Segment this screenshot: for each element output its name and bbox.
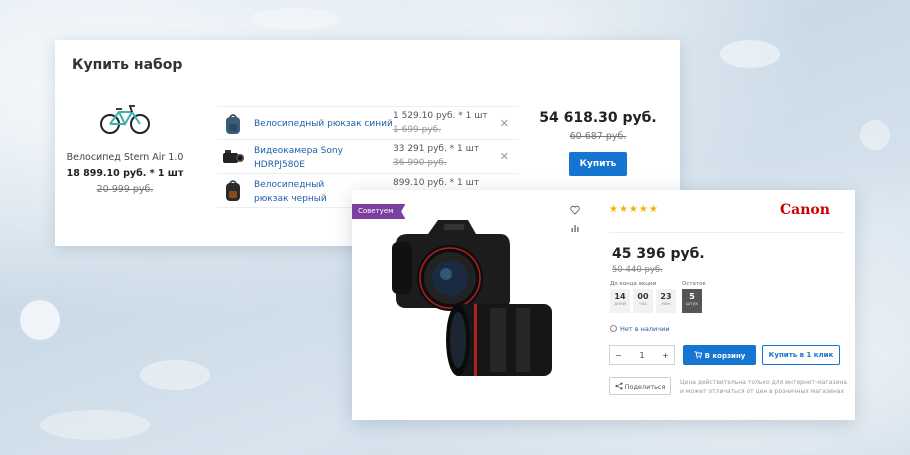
list-item: Видеокамера Sony HDRPJ580E 33 291 руб. *… (217, 140, 519, 174)
stock-value: 5 (689, 292, 695, 301)
timer-label: До конца акции (610, 281, 657, 287)
brand-logo: Canon (780, 202, 830, 218)
list-item: Велосипедный рюкзак синий 1 529.10 руб. … (217, 106, 519, 140)
qty-value[interactable]: 1 (639, 351, 644, 360)
backpack-icon[interactable] (221, 179, 245, 203)
snowflake (860, 120, 890, 150)
timer-minutes: 23 мин (656, 289, 676, 313)
timer-days-unit: дней (614, 302, 626, 307)
main-product-old-price: 20 999 руб. (96, 184, 154, 195)
bicycle-icon[interactable] (99, 102, 151, 136)
timer-days-value: 14 (614, 292, 626, 301)
share-button[interactable]: Поделиться (609, 377, 671, 395)
remove-item-icon[interactable]: ✕ (500, 150, 509, 163)
product-old-price: 50 440 руб. (612, 265, 663, 275)
timer-days: 14 дней (610, 289, 630, 313)
availability-status[interactable]: Нет в наличии (610, 325, 670, 333)
product-card: Советуем ★★★★★ Canon 45 396 руб. 50 440 … (352, 190, 855, 420)
buy-one-click-button[interactable]: Купить в 1 клик (762, 345, 840, 365)
buy-bundle-button[interactable]: Купить (569, 152, 627, 176)
compare-icon[interactable] (570, 223, 580, 233)
video-camera-icon[interactable] (221, 145, 245, 169)
timer-hours-value: 00 (637, 292, 649, 301)
quantity-stepper: − 1 + (609, 345, 675, 365)
divider (609, 232, 843, 233)
item-price: 899.10 руб. * 1 шт (393, 178, 480, 188)
timer-hours: 00 час (633, 289, 653, 313)
main-product-name[interactable]: Велосипед Stern Air 1.0 (65, 152, 185, 163)
snowflake (250, 8, 340, 30)
item-name-link[interactable]: Видеокамера Sony HDRPJ580E (254, 144, 354, 172)
remove-item-icon[interactable]: ✕ (500, 117, 509, 130)
bundle-total-old-price: 60 687 руб. (569, 131, 627, 142)
item-old-price: 36 990 руб. (393, 158, 447, 168)
lens-image[interactable] (444, 298, 556, 382)
stock-label: Остаток (682, 281, 706, 287)
snowflake (140, 360, 210, 390)
item-name-link[interactable]: Велосипедный рюкзак черный (254, 178, 354, 206)
rating-stars: ★★★★★ (609, 204, 659, 215)
bundle-total-price: 54 618.30 руб. (539, 110, 657, 126)
snowflake (20, 300, 60, 340)
add-to-cart-label: В корзину (704, 351, 746, 360)
snowflake (40, 410, 150, 440)
main-product-price: 18 899.10 руб. * 1 шт (66, 168, 184, 179)
item-price: 33 291 руб. * 1 шт (393, 144, 480, 154)
stock-count: 5 штук (682, 289, 702, 313)
cart-icon (694, 350, 702, 359)
item-old-price: 1 699 руб. (393, 125, 442, 135)
item-price: 1 529.10 руб. * 1 шт (393, 111, 488, 121)
backpack-icon[interactable] (221, 112, 245, 136)
main-product: Велосипед Stern Air 1.0 18 899.10 руб. *… (65, 102, 185, 195)
product-price: 45 396 руб. (612, 246, 705, 262)
share-icon (615, 381, 623, 390)
availability-icon (610, 325, 617, 332)
bundle-title: Купить набор (72, 57, 183, 73)
share-label: Поделиться (624, 382, 666, 391)
qty-minus-button[interactable]: − (615, 351, 622, 360)
timer-hours-unit: час (639, 302, 647, 307)
price-note: Цена действительна только для интернет-м… (680, 379, 847, 395)
qty-plus-button[interactable]: + (662, 351, 669, 360)
item-name-link[interactable]: Велосипедный рюкзак синий (254, 117, 394, 131)
stock-unit: штук (685, 302, 699, 307)
bundle-total: 54 618.30 руб. 60 687 руб. Купить (533, 110, 663, 176)
timer-minutes-value: 23 (660, 292, 672, 301)
availability-text: Нет в наличии (620, 325, 670, 333)
timer-minutes-unit: мин (661, 302, 671, 307)
snowflake (720, 40, 780, 68)
add-to-cart-button[interactable]: В корзину (683, 345, 756, 365)
heart-icon[interactable] (570, 205, 580, 215)
